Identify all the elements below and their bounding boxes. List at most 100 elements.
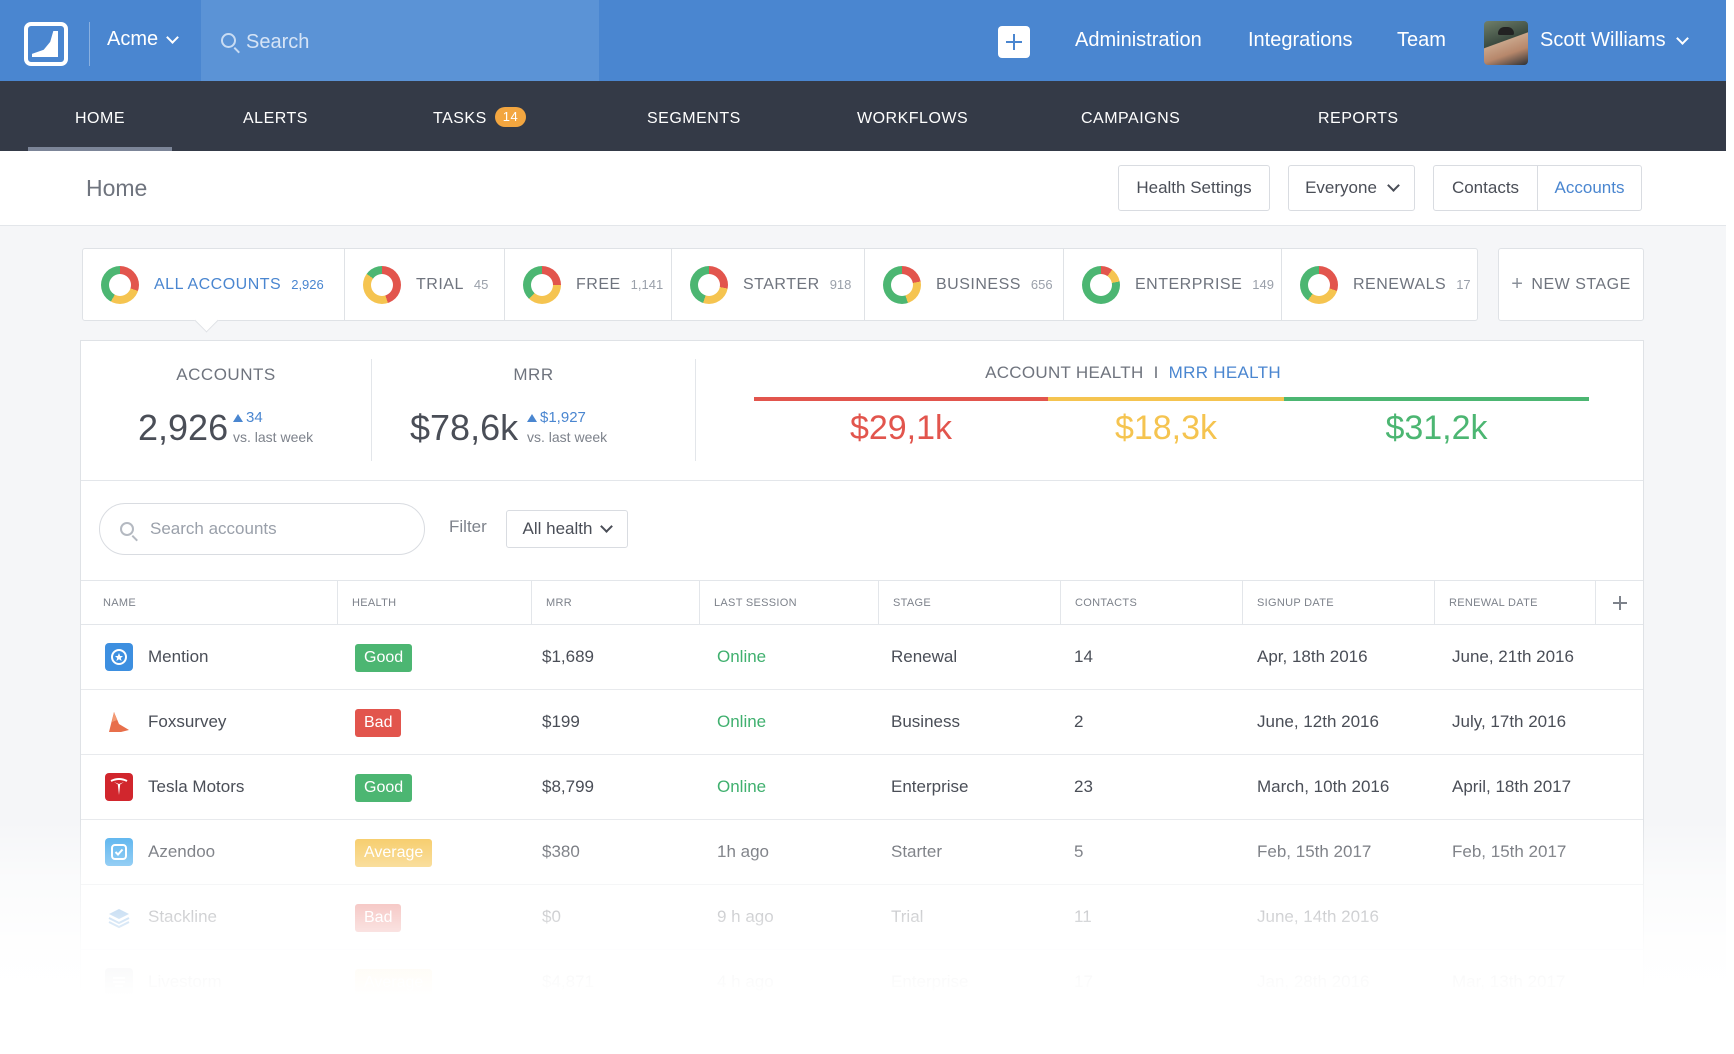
- tab-alerts-label: ALERTS: [243, 110, 308, 127]
- global-search[interactable]: Search: [201, 0, 599, 81]
- stat-accounts-delta-value: 34: [246, 409, 263, 426]
- renewal-date: June, 21th 2016: [1452, 647, 1574, 666]
- table-row[interactable]: Livestorm Average $4,871 4 h ago Enterpr…: [81, 950, 1643, 1015]
- chevron-down-icon: [1675, 31, 1689, 45]
- stage-donut-icon: [1300, 265, 1338, 304]
- column-header-renewal-date[interactable]: RENEWAL DATE: [1434, 581, 1595, 625]
- account-name[interactable]: Tesla Motors: [148, 755, 244, 819]
- stage-renewals[interactable]: RENEWALS 17: [1282, 249, 1477, 320]
- account-name[interactable]: Stackline: [148, 885, 217, 949]
- health-value-good: $31,2k: [1385, 409, 1488, 447]
- tab-alerts[interactable]: ALERTS: [243, 81, 308, 151]
- last-session: Online: [717, 712, 767, 731]
- page-title: Home: [86, 175, 148, 201]
- stat-mrr-delta-value: $1,927: [540, 409, 586, 426]
- contacts-count: 11: [1074, 907, 1092, 926]
- tab-workflows[interactable]: WORKFLOWS: [857, 81, 968, 151]
- stage-free[interactable]: FREE 1,141: [505, 249, 672, 320]
- mrr-value: $1,689: [542, 647, 594, 666]
- search-icon: [221, 33, 236, 48]
- column-header-health[interactable]: HEALTH: [337, 581, 531, 625]
- tab-workflows-label: WORKFLOWS: [857, 110, 969, 127]
- audience-value: Everyone: [1305, 178, 1377, 197]
- add-column-button[interactable]: [1595, 581, 1643, 625]
- audience-dropdown[interactable]: Everyone: [1288, 165, 1415, 211]
- stage-value: Enterprise: [891, 777, 969, 796]
- mrr-health-tab[interactable]: MRR HEALTH: [1169, 363, 1281, 382]
- tab-segments-label: SEGMENTS: [647, 110, 741, 127]
- stage-business[interactable]: BUSINESS 656: [865, 249, 1064, 320]
- column-header-last-session[interactable]: LAST SESSION: [699, 581, 878, 625]
- contacts-count: 17: [1074, 972, 1093, 991]
- tab-segments[interactable]: SEGMENTS: [647, 81, 741, 151]
- nav-integrations[interactable]: Integrations: [1248, 29, 1353, 52]
- org-name: Acme: [107, 28, 159, 50]
- last-session: Online: [717, 777, 767, 796]
- account-name[interactable]: Mention: [148, 625, 208, 689]
- stage-value: Starter: [891, 842, 943, 861]
- tab-reports[interactable]: REPORTS: [1318, 81, 1399, 151]
- tab-home[interactable]: HOME: [28, 81, 172, 151]
- toggle-accounts[interactable]: Accounts: [1537, 166, 1641, 210]
- table-row[interactable]: Stackline Bad $0 9 h ago Trial 11 June, …: [81, 885, 1643, 950]
- stats-summary: ACCOUNTS 2,926 34 vs. last week MRR $78,…: [81, 341, 1643, 481]
- accounts-panel: ACCOUNTS 2,926 34 vs. last week MRR $78,…: [80, 340, 1644, 1054]
- filter-label: Filter: [449, 517, 487, 536]
- column-header-mrr[interactable]: MRR: [531, 581, 699, 625]
- nav-team[interactable]: Team: [1397, 29, 1446, 52]
- table-row[interactable]: Tesla Motors Good $8,799 Online Enterpri…: [81, 755, 1643, 820]
- stat-accounts-value: 2,926: [138, 407, 229, 448]
- stage-count: 45: [473, 277, 489, 292]
- toggle-contacts[interactable]: Contacts: [1434, 166, 1537, 210]
- tab-campaigns-label: CAMPAIGNS: [1081, 110, 1181, 127]
- table-row[interactable]: Azendoo Average $380 1h ago Starter 5 Fe…: [81, 820, 1643, 885]
- account-name[interactable]: Azendoo: [148, 820, 215, 884]
- avatar[interactable]: [1484, 21, 1528, 65]
- stage-enterprise[interactable]: ENTERPRISE 149: [1064, 249, 1282, 320]
- org-switcher[interactable]: Acme: [107, 28, 179, 51]
- health-settings-button[interactable]: Health Settings: [1118, 165, 1270, 211]
- signup-date: June, 14th 2016: [1257, 907, 1379, 926]
- health-filter-value: All health: [522, 519, 593, 538]
- last-session: 1h ago: [717, 842, 769, 861]
- app-logo-icon[interactable]: [24, 22, 68, 66]
- chevron-down-icon: [600, 520, 614, 533]
- table-header: NAME HEALTH MRR LAST SESSION STAGE CONTA…: [81, 581, 1643, 625]
- account-name[interactable]: Livestorm: [148, 950, 222, 1014]
- stage-count: 149: [1252, 277, 1274, 292]
- column-header-stage[interactable]: STAGE: [878, 581, 1060, 625]
- health-toggle: ACCOUNT HEALTH I MRR HEALTH: [753, 363, 1513, 383]
- stat-accounts-delta: 34: [233, 409, 263, 426]
- column-header-name[interactable]: NAME: [81, 581, 337, 625]
- health-badge: Average: [355, 968, 433, 997]
- company-logo-icon: [105, 643, 133, 671]
- tab-home-label: HOME: [75, 110, 125, 127]
- health-badge: Bad: [355, 708, 402, 737]
- tab-tasks[interactable]: TASKS 14: [433, 81, 527, 151]
- nav-administration[interactable]: Administration: [1075, 29, 1202, 52]
- stage-all-accounts[interactable]: ALL ACCOUNTS 2,926: [83, 249, 345, 320]
- contacts-count: 14: [1074, 647, 1093, 666]
- column-header-contacts[interactable]: CONTACTS: [1060, 581, 1242, 625]
- table-row[interactable]: Mention Good $1,689 Online Renewal 14 Ap…: [81, 625, 1643, 690]
- health-badge: Average: [355, 838, 433, 867]
- stage-starter[interactable]: STARTER 918: [672, 249, 865, 320]
- account-health-tab[interactable]: ACCOUNT HEALTH: [985, 363, 1143, 382]
- stage-trial[interactable]: TRIAL 45: [345, 249, 505, 320]
- health-value-average: $18,3k: [1114, 409, 1218, 447]
- new-stage-button[interactable]: + NEW STAGE: [1498, 248, 1644, 321]
- signup-date: March, 10th 2016: [1257, 777, 1390, 796]
- table-row[interactable]: Foxsurvey Bad $199 Online Business 2 Jun…: [81, 690, 1643, 755]
- search-accounts-input[interactable]: [150, 518, 410, 540]
- health-badge: Good: [355, 643, 413, 672]
- column-header-signup-date[interactable]: SIGNUP DATE: [1242, 581, 1434, 625]
- user-menu[interactable]: Scott Williams: [1540, 29, 1689, 52]
- health-filter-dropdown[interactable]: All health: [506, 510, 628, 548]
- top-bar: Acme Search Administration Integrations …: [0, 0, 1726, 81]
- view-toggle: Contacts Accounts: [1433, 165, 1642, 211]
- create-new-button[interactable]: [998, 26, 1030, 58]
- tab-campaigns[interactable]: CAMPAIGNS: [1081, 81, 1180, 151]
- stage-donut-icon: [1082, 265, 1120, 304]
- health-bar-average: [1048, 397, 1284, 401]
- account-name[interactable]: Foxsurvey: [148, 690, 226, 754]
